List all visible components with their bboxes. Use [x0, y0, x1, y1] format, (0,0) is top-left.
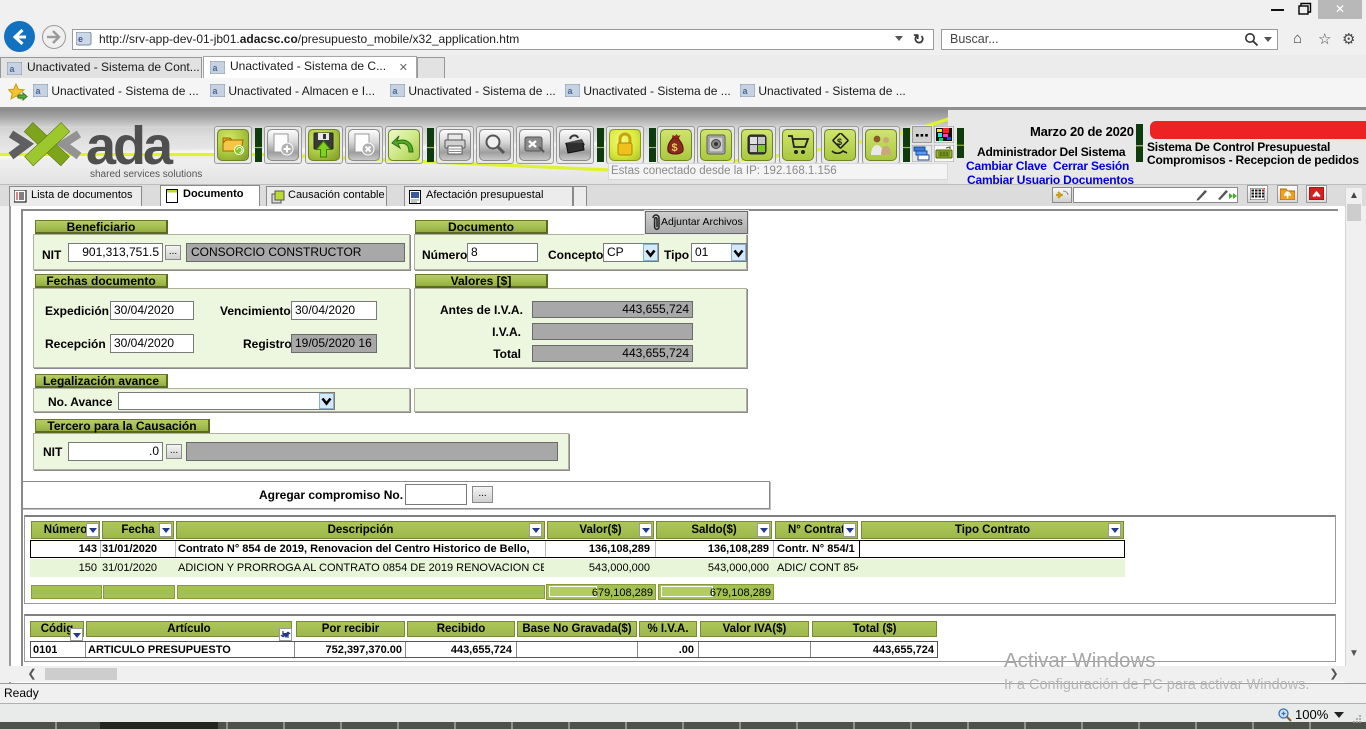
svg-text:$: $ — [837, 137, 842, 147]
svg-text:$: $ — [672, 142, 678, 154]
svg-text:e: e — [78, 34, 83, 44]
svg-text:ada: ada — [86, 116, 174, 176]
svg-text:shared services solutions: shared services solutions — [90, 169, 202, 180]
